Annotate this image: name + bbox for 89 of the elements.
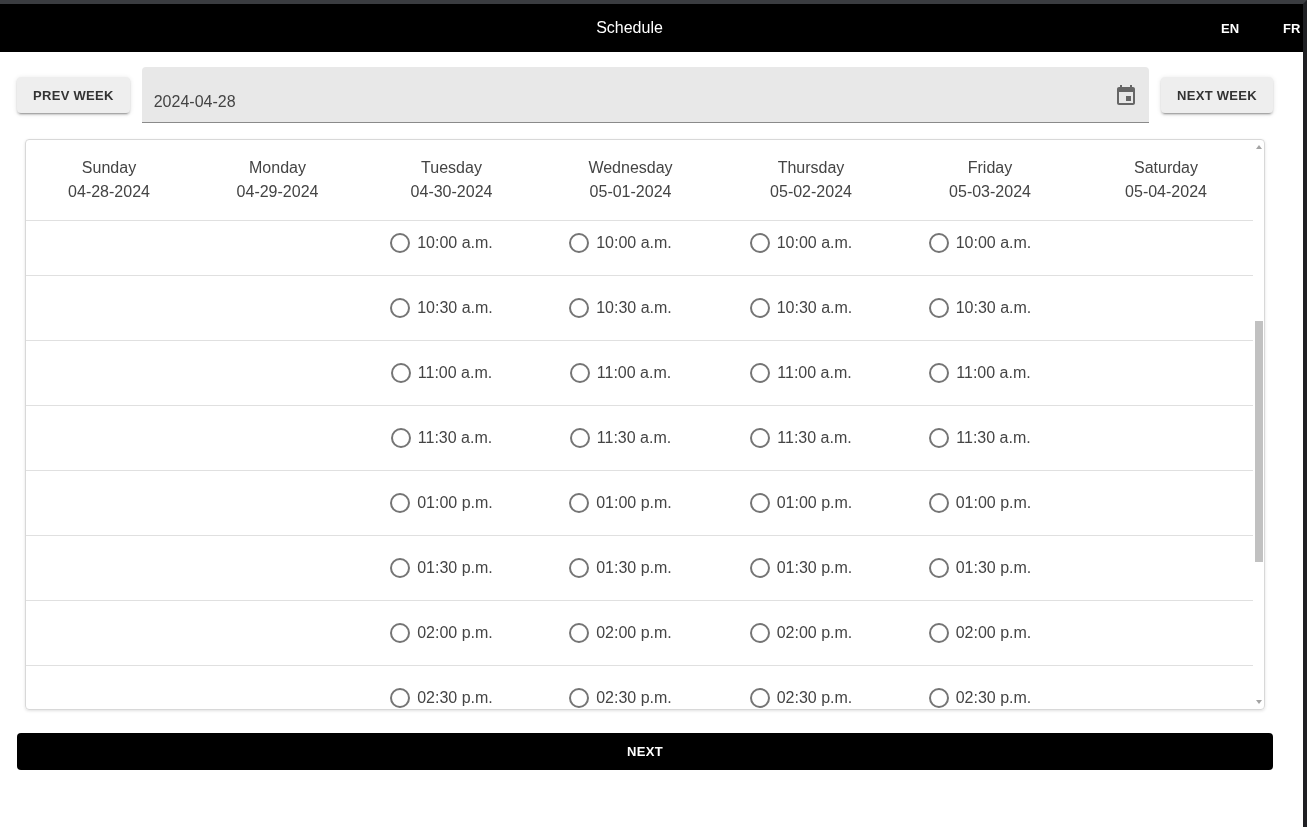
day-name: Saturday (1133, 158, 1198, 178)
language-button[interactable]: FR (1261, 12, 1303, 44)
time-label: 10:30 a.m. (596, 298, 672, 318)
radio-button[interactable] (569, 623, 590, 643)
calendar-icon[interactable] (1117, 84, 1135, 105)
time-label: 01:00 p.m. (417, 493, 493, 513)
time-label: 01:00 p.m. (776, 493, 853, 513)
time-label: 11:30 a.m. (777, 428, 852, 448)
radio-button[interactable] (750, 428, 771, 448)
time-label: 01:30 p.m. (596, 558, 672, 578)
time-label: 10:30 a.m. (417, 298, 493, 318)
radio-button[interactable] (749, 558, 770, 578)
radio-button[interactable] (390, 688, 411, 708)
radio-button[interactable] (750, 363, 771, 383)
time-label: 10:00 a.m. (417, 233, 493, 253)
radio-button[interactable] (569, 428, 590, 448)
time-label: 02:00 p.m. (955, 623, 1032, 643)
radio-button[interactable] (928, 688, 949, 708)
time-label: 11:00 a.m. (777, 363, 852, 383)
next-week-button[interactable]: NEXT WEEK (1161, 77, 1273, 113)
time-label: 01:00 p.m. (955, 493, 1032, 513)
time-label: 10:00 a.m. (955, 233, 1032, 253)
time-label: 02:30 p.m. (955, 688, 1032, 708)
day-name: Thursday (777, 158, 845, 178)
radio-button[interactable] (390, 428, 411, 448)
time-label: 02:00 p.m. (596, 623, 672, 643)
day-date: 04-28-2024 (68, 182, 150, 202)
time-label: 11:30 a.m. (956, 428, 1031, 448)
day-date: 05-02-2024 (770, 182, 852, 202)
day-name: Wednesday (588, 158, 673, 178)
day-name: Friday (967, 158, 1013, 178)
time-label: 02:30 p.m. (776, 688, 853, 708)
time-label: 10:00 a.m. (596, 233, 672, 253)
radio-button[interactable] (569, 493, 590, 513)
radio-button[interactable] (569, 688, 590, 708)
radio-button[interactable] (390, 558, 411, 578)
radio-button[interactable] (749, 623, 770, 643)
radio-button[interactable] (928, 623, 949, 643)
radio-button[interactable] (929, 363, 950, 383)
scroll-down-icon[interactable] (1255, 700, 1262, 704)
radio-button[interactable] (390, 233, 411, 253)
time-label: 02:00 p.m. (417, 623, 493, 643)
day-date: 05-04-2024 (1125, 182, 1207, 202)
time-label: 02:30 p.m. (596, 688, 672, 708)
radio-button[interactable] (749, 688, 770, 708)
radio-button[interactable] (569, 363, 590, 383)
prev-week-button[interactable]: PREV WEEK (17, 77, 130, 113)
day-date: 04-29-2024 (236, 182, 319, 202)
time-label: 10:30 a.m. (776, 298, 853, 318)
radio-button[interactable] (390, 363, 411, 383)
day-date: 05-01-2024 (589, 182, 672, 202)
time-label: 11:30 a.m. (596, 428, 672, 448)
radio-button[interactable] (928, 493, 949, 513)
radio-button[interactable] (749, 233, 770, 253)
date-field[interactable]: 2024-04-28 (141, 67, 1149, 123)
radio-button[interactable] (749, 493, 770, 513)
time-label: 11:00 a.m. (956, 363, 1031, 383)
time-label: 02:00 p.m. (776, 623, 853, 643)
radio-button[interactable] (390, 623, 411, 643)
scrollbar-thumb[interactable] (1254, 321, 1263, 562)
radio-button[interactable] (928, 233, 949, 253)
radio-button[interactable] (929, 428, 950, 448)
time-label: 11:00 a.m. (417, 363, 493, 383)
radio-button[interactable] (928, 298, 949, 318)
radio-button[interactable] (390, 493, 411, 513)
scroll-up-icon[interactable] (1255, 145, 1262, 149)
app-title: Schedule (595, 19, 664, 37)
day-date: 04-30-2024 (410, 182, 493, 202)
time-label: 02:30 p.m. (417, 688, 493, 708)
time-label: 01:30 p.m. (417, 558, 493, 578)
time-label: 11:00 a.m. (596, 363, 672, 383)
radio-button[interactable] (928, 558, 949, 578)
day-name: Tuesday (421, 158, 482, 178)
radio-button[interactable] (749, 298, 770, 318)
radio-button[interactable] (569, 558, 590, 578)
day-date: 05-03-2024 (949, 182, 1031, 202)
time-label: 01:30 p.m. (776, 558, 853, 578)
time-label: 01:00 p.m. (596, 493, 672, 513)
day-name: Sunday (81, 158, 137, 178)
time-label: 10:00 a.m. (776, 233, 853, 253)
next-button[interactable]: NEXT (17, 733, 1273, 770)
radio-button[interactable] (390, 298, 411, 318)
radio-button[interactable] (569, 233, 590, 253)
time-label: 01:30 p.m. (955, 558, 1032, 578)
time-label: 11:30 a.m. (417, 428, 493, 448)
radio-button[interactable] (569, 298, 590, 318)
time-label: 10:30 a.m. (955, 298, 1032, 318)
language-button[interactable]: EN (1199, 12, 1262, 44)
day-name: Monday (249, 158, 306, 178)
